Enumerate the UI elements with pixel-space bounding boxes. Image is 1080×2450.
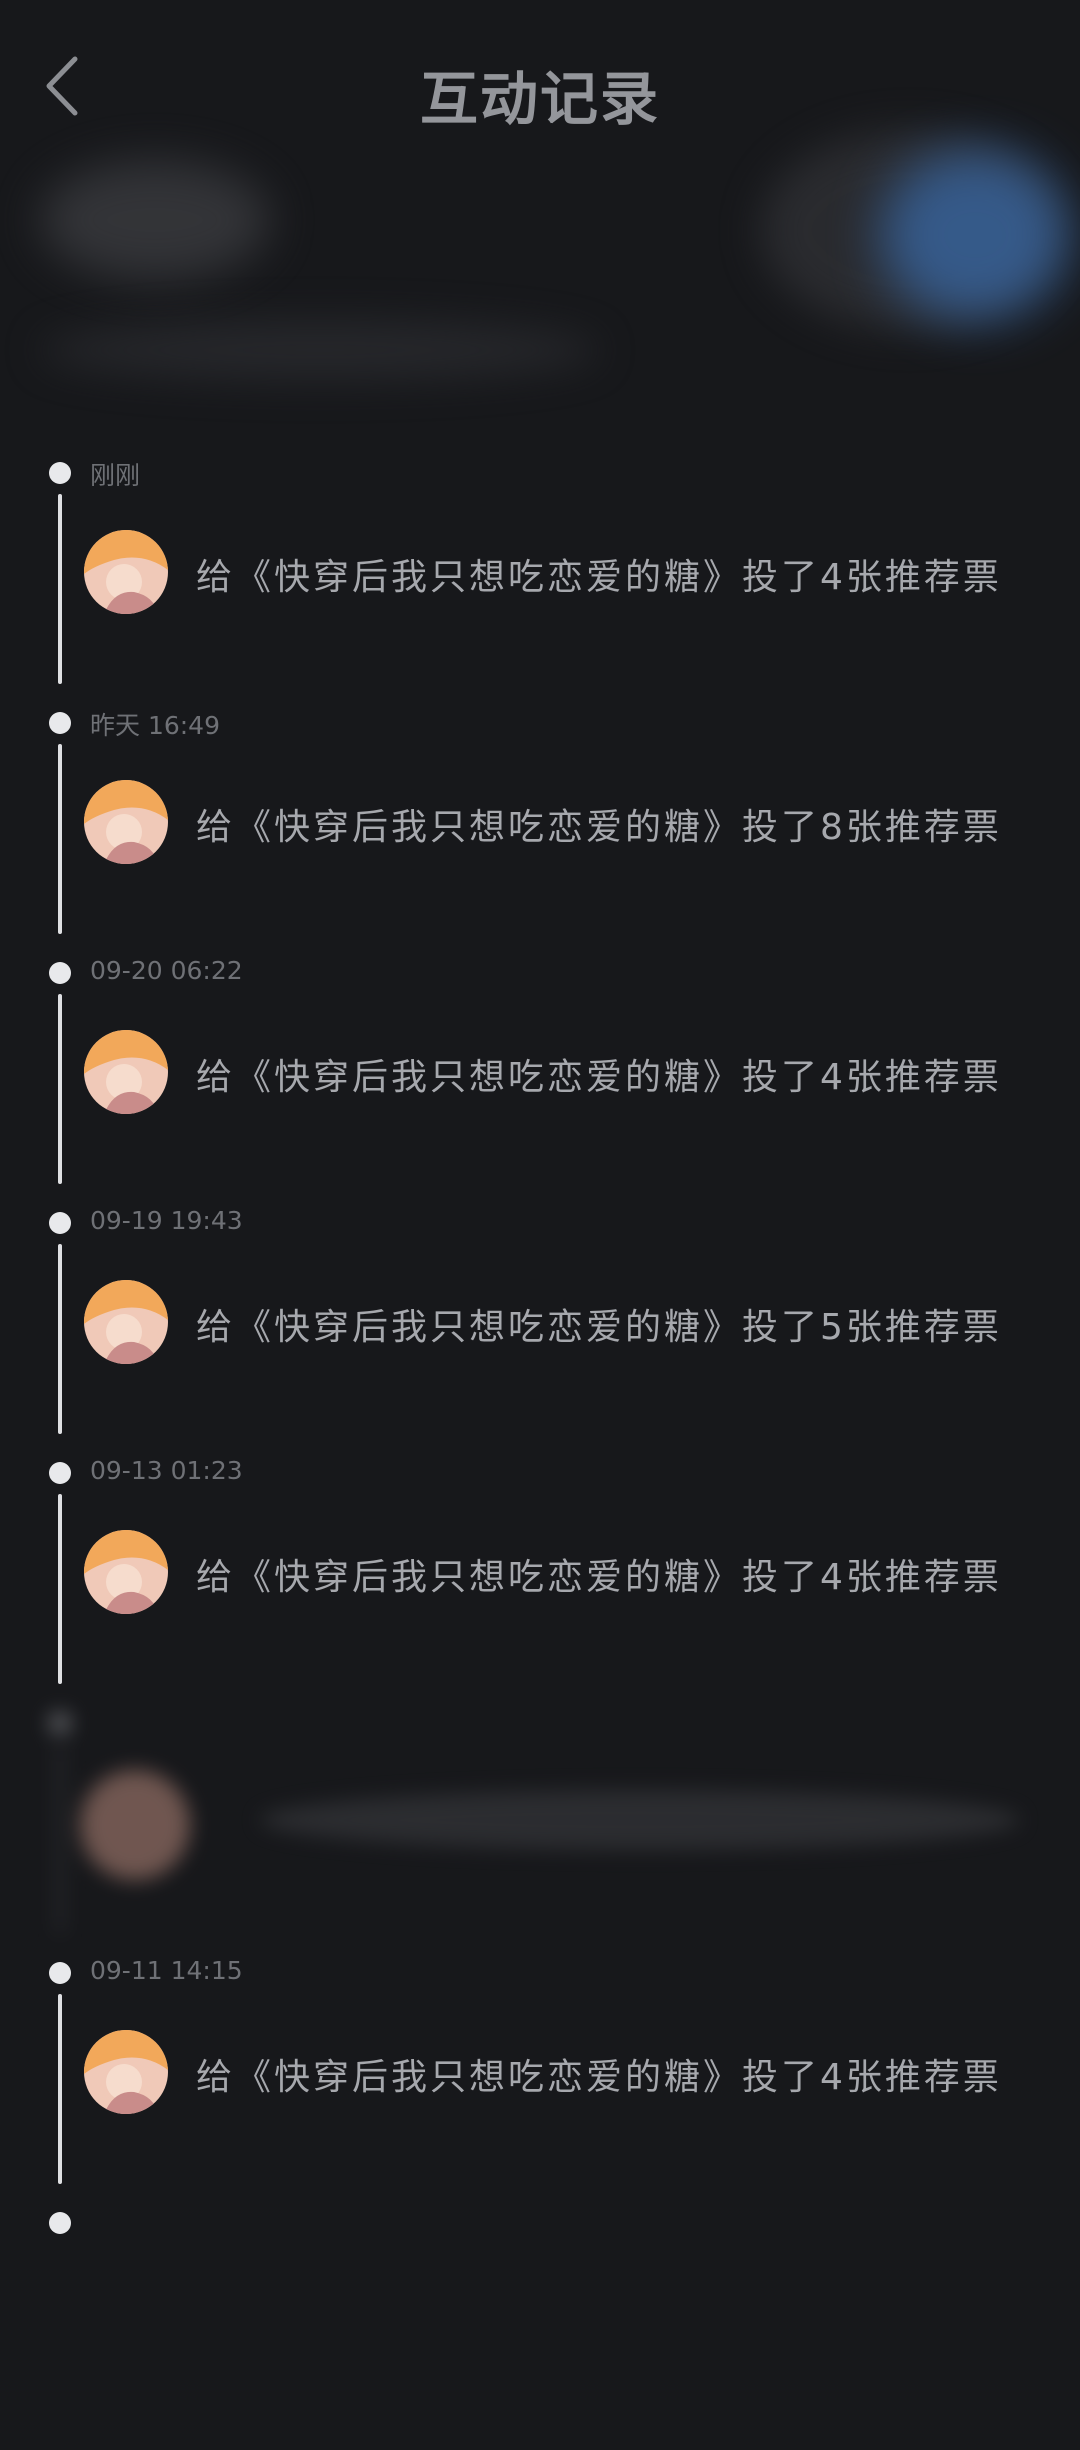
avatar[interactable] xyxy=(84,1530,168,1614)
timestamp: 09-13 01:23 xyxy=(90,1456,243,1485)
timestamp: 09-20 06:22 xyxy=(90,956,243,985)
timeline-line xyxy=(58,1744,62,1934)
list-item[interactable]: 刚刚 给《快穿后我只想吃恋爱的糖》投了4张推荐票 xyxy=(0,450,1080,700)
timeline-dot xyxy=(49,462,71,484)
avatar[interactable] xyxy=(84,530,168,614)
interaction-message: 给《快穿后我只想吃恋爱的糖》投了4张推荐票 xyxy=(196,2057,1002,2098)
timeline-dot xyxy=(49,1212,71,1234)
list-item[interactable]: 09-19 19:43 给《快穿后我只想吃恋爱的糖》投了5张推荐票 xyxy=(0,1200,1080,1450)
timeline-dot xyxy=(49,1962,71,1984)
redacted-list-item xyxy=(0,1700,1080,1950)
interaction-message: 给《快穿后我只想吃恋爱的糖》投了4张推荐票 xyxy=(196,1057,1002,1098)
timestamp: 09-19 19:43 xyxy=(90,1206,243,1235)
avatar[interactable] xyxy=(84,1280,168,1364)
timeline-dot xyxy=(49,1462,71,1484)
page-title: 互动记录 xyxy=(419,65,660,133)
interaction-message: 给《快穿后我只想吃恋爱的糖》投了8张推荐票 xyxy=(196,807,1002,848)
timeline-dot xyxy=(49,2212,71,2234)
timeline-dot xyxy=(49,962,71,984)
timeline-dot xyxy=(49,1712,71,1734)
list-item[interactable]: 09-11 14:15 给《快穿后我只想吃恋爱的糖》投了4张推荐票 xyxy=(0,1950,1080,2200)
timeline-dot xyxy=(49,712,71,734)
avatar[interactable] xyxy=(84,780,168,864)
interaction-message: 给《快穿后我只想吃恋爱的糖》投了4张推荐票 xyxy=(196,1557,1002,1598)
timeline-line xyxy=(58,1244,62,1434)
timeline-line xyxy=(58,744,62,934)
list-item[interactable]: 昨天 16:49 给《快穿后我只想吃恋爱的糖》投了8张推荐票 xyxy=(0,700,1080,950)
list-item[interactable]: 09-20 06:22 给《快穿后我只想吃恋爱的糖》投了4张推荐票 xyxy=(0,950,1080,1200)
timeline-line xyxy=(58,1994,62,2184)
avatar[interactable] xyxy=(84,2030,168,2114)
timestamp: 09-11 14:15 xyxy=(90,1956,243,1985)
list-item[interactable] xyxy=(0,2200,1080,2450)
interaction-message: 给《快穿后我只想吃恋爱的糖》投了4张推荐票 xyxy=(196,557,1002,598)
redacted-profile-area xyxy=(0,130,1080,440)
timeline-line xyxy=(58,494,62,684)
timestamp: 昨天 16:49 xyxy=(90,711,220,740)
timeline-line xyxy=(58,994,62,1184)
timestamp: 刚刚 xyxy=(90,461,141,490)
timeline-line xyxy=(58,1494,62,1684)
interaction-message: 给《快穿后我只想吃恋爱的糖》投了5张推荐票 xyxy=(196,1307,1002,1348)
list-item[interactable]: 09-13 01:23 给《快穿后我只想吃恋爱的糖》投了4张推荐票 xyxy=(0,1450,1080,1700)
avatar[interactable] xyxy=(84,1030,168,1114)
